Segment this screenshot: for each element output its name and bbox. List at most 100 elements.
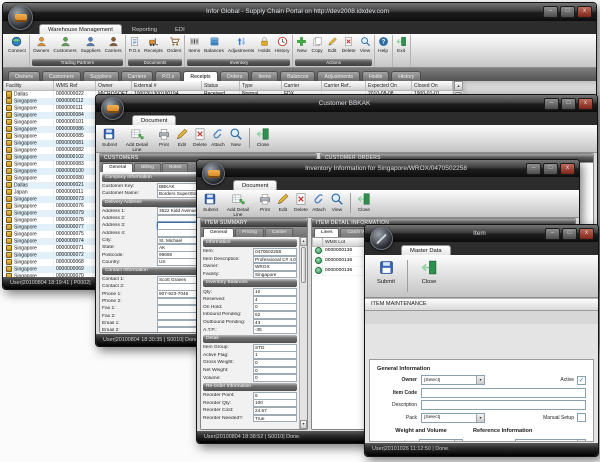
- edit-button[interactable]: Edit: [325, 35, 340, 55]
- delete-button[interactable]: Delete: [191, 126, 209, 149]
- tab-master-data[interactable]: Master Data: [401, 245, 451, 255]
- tab-balances[interactable]: Balances: [280, 71, 315, 81]
- column-header-status[interactable]: Status: [202, 81, 240, 91]
- history-button[interactable]: History: [273, 35, 292, 55]
- submit-button[interactable]: Submit: [100, 126, 119, 149]
- tab-document[interactable]: Document: [132, 115, 176, 125]
- carriers-button[interactable]: Carriers: [103, 35, 124, 55]
- field-input-volume[interactable]: 0: [253, 374, 297, 382]
- customers-tab-general[interactable]: General: [102, 163, 133, 172]
- maximize-button[interactable]: □: [561, 98, 576, 110]
- copy-button[interactable]: Copy: [309, 35, 324, 55]
- new-button[interactable]: New: [227, 126, 245, 149]
- scroll-track[interactable]: [300, 246, 307, 420]
- item-summary-tab-carrier[interactable]: Carrier: [265, 228, 294, 237]
- scroll-up-arrow[interactable]: ▴: [300, 237, 307, 246]
- manual-setup-checkbox[interactable]: [577, 413, 586, 422]
- print-button[interactable]: Print: [256, 191, 274, 214]
- ribbon-tab-warehouse-management[interactable]: Warehouse Management: [39, 24, 122, 34]
- customers-tab-billing[interactable]: Billing: [134, 163, 161, 172]
- item-summary-scrollbar[interactable]: ▴▾: [299, 237, 307, 429]
- owner-select[interactable]: [Select] ▾: [421, 375, 485, 385]
- attach-button[interactable]: Attach: [310, 191, 328, 214]
- p-o-s-button[interactable]: P.O.s: [127, 35, 142, 55]
- field-input-a-t-p[interactable]: -35: [253, 326, 297, 334]
- column-header-type[interactable]: Type: [240, 81, 282, 91]
- maximize-button[interactable]: □: [560, 6, 575, 18]
- receipts-button[interactable]: Receipts: [142, 35, 165, 55]
- help-button[interactable]: ?Help: [376, 35, 391, 55]
- column-header-external[interactable]: External #: [132, 81, 202, 91]
- column-header-carrier[interactable]: Carrier: [282, 81, 322, 91]
- customers-tab-notes[interactable]: Notes: [162, 163, 189, 172]
- column-header-closed-on[interactable]: Closed On: [412, 81, 453, 91]
- tab-items[interactable]: Items: [251, 71, 278, 81]
- delete-button[interactable]: Delete: [292, 191, 310, 214]
- tab-holds[interactable]: Holds: [362, 71, 389, 81]
- minimize-button[interactable]: –: [543, 6, 558, 18]
- volume-field[interactable]: ▾: [419, 439, 463, 443]
- item-summary-tab-general[interactable]: General: [203, 228, 234, 237]
- ribbon-tab-edi[interactable]: EDI: [167, 25, 193, 34]
- close-button[interactable]: Close: [254, 126, 272, 149]
- active-checkbox[interactable]: ✓: [577, 376, 586, 385]
- column-header-facility[interactable]: Facility: [4, 81, 54, 91]
- close-button[interactable]: x: [579, 228, 594, 240]
- tab-document[interactable]: Document: [233, 180, 277, 190]
- pack-select[interactable]: [Select] ▾: [421, 413, 485, 423]
- scroll-up-arrow[interactable]: ▴: [454, 81, 463, 91]
- print-button[interactable]: Print: [155, 126, 173, 149]
- add-detail-line-button[interactable]: Add Detail Line: [119, 126, 155, 154]
- column-header-owner[interactable]: Owner: [96, 81, 132, 91]
- close-button[interactable]: x: [577, 6, 592, 18]
- field-input-facility[interactable]: Singapore: [253, 271, 297, 279]
- column-header-carrier-ref[interactable]: Carrier Ref..: [322, 81, 366, 91]
- submit-button[interactable]: Submit: [369, 257, 403, 288]
- exit-button[interactable]: Exit: [394, 35, 409, 55]
- item-detail-tab-lines[interactable]: Lines: [314, 228, 339, 237]
- tab-carriers[interactable]: Carriers: [121, 71, 153, 81]
- adjustments-button[interactable]: Adjustments: [226, 35, 256, 55]
- ribbon-tab-reporting[interactable]: Reporting: [124, 25, 165, 34]
- suppliers-button[interactable]: Suppliers: [79, 35, 103, 55]
- close-button[interactable]: x: [560, 163, 575, 175]
- edit-button[interactable]: Edit: [274, 191, 292, 214]
- minimize-button[interactable]: –: [526, 163, 541, 175]
- submit-button[interactable]: Submit: [201, 191, 220, 214]
- tab-p-o-s[interactable]: P.O.s: [155, 71, 181, 81]
- minimize-button[interactable]: –: [545, 228, 560, 240]
- item-code-field[interactable]: [421, 388, 586, 398]
- scroll-thumb[interactable]: [301, 247, 306, 283]
- owners-button[interactable]: Owners: [31, 35, 52, 55]
- connect-button[interactable]: Connect: [6, 35, 28, 55]
- column-header-wms-ref[interactable]: WMS Ref: [54, 81, 96, 91]
- tab-owners[interactable]: Owners: [8, 71, 40, 81]
- balances-button[interactable]: Balances: [202, 35, 226, 55]
- holds-button[interactable]: Holds: [256, 35, 272, 55]
- maximize-button[interactable]: □: [562, 228, 577, 240]
- view-button[interactable]: View: [358, 35, 373, 55]
- view-button[interactable]: View: [328, 191, 346, 214]
- orders-button[interactable]: Orders: [165, 35, 184, 55]
- close-button[interactable]: Close: [355, 191, 373, 214]
- close-button[interactable]: x: [578, 98, 593, 110]
- tab-orders[interactable]: Orders: [220, 71, 250, 81]
- tab-history[interactable]: History: [391, 71, 421, 81]
- field-input-reorder-needed[interactable]: True: [253, 415, 297, 423]
- tab-adjustments[interactable]: Adjustments: [317, 71, 360, 81]
- tab-customers[interactable]: Customers: [42, 71, 81, 81]
- maximize-button[interactable]: □: [543, 163, 558, 175]
- delete-button[interactable]: Delete: [340, 35, 358, 55]
- add-detail-line-button[interactable]: Add Detail Line: [220, 191, 256, 219]
- items-button[interactable]: Items: [186, 35, 202, 55]
- minimize-button[interactable]: –: [544, 98, 559, 110]
- attach-button[interactable]: Attach: [209, 126, 227, 149]
- tab-suppliers[interactable]: Suppliers: [83, 71, 119, 81]
- scroll-down-arrow[interactable]: ▾: [300, 420, 307, 429]
- tab-receipts[interactable]: Receipts: [183, 71, 217, 81]
- new-button[interactable]: New: [294, 35, 309, 55]
- edit-button[interactable]: Edit: [173, 126, 191, 149]
- column-header-expected-on[interactable]: Expected On: [366, 81, 412, 91]
- item-type-select[interactable]: [Select]▾: [515, 439, 586, 443]
- description-field[interactable]: [421, 400, 586, 410]
